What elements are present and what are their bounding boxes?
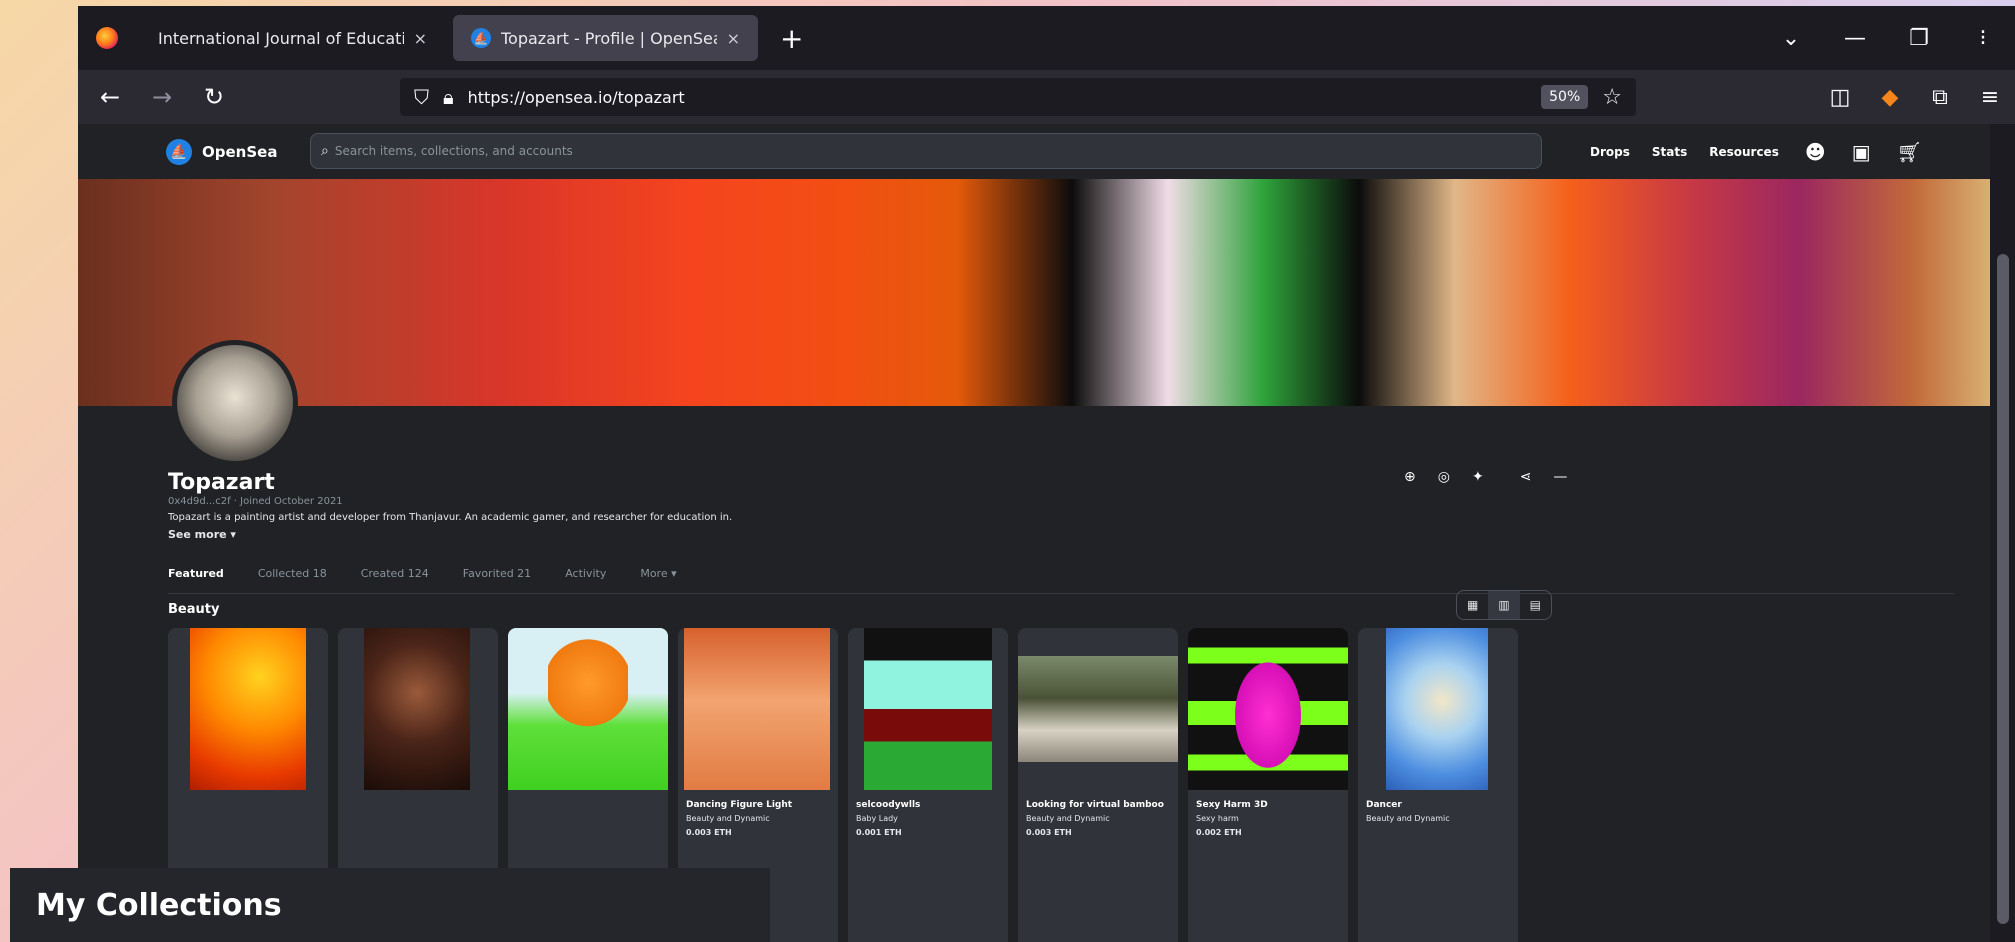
nft-name: selcoodywlls (856, 800, 921, 810)
nav-resources[interactable]: Resources (1709, 145, 1779, 159)
nft-price: 0.003 ETH (686, 828, 732, 837)
grid-large-icon[interactable]: ▦ (1457, 591, 1488, 619)
nft-image[interactable] (338, 628, 498, 790)
nft-collection: Beauty and Dynamic (1366, 814, 1450, 823)
avatar (172, 340, 298, 466)
tab-featured[interactable]: Featured (168, 567, 224, 580)
opensea-header: ⛵ OpenSea ⌕ Search items, collections, a… (78, 124, 1990, 179)
list-tabs-icon[interactable]: ⌄ (1759, 26, 1823, 51)
instagram-icon[interactable]: ◎ (1438, 469, 1450, 485)
tab-title: Topazart - Profile | OpenSea (501, 28, 717, 48)
toolbar-icons: ◫ ◆ ⧉ ≡ (1815, 70, 2015, 124)
nav-bar: ← → ↻ ⛉ 🔒︎ https://opensea.io/topazart 5… (78, 70, 2015, 124)
nft-collection: Beauty and Dynamic (1026, 814, 1110, 823)
restore-button[interactable]: ❐ (1887, 26, 1951, 51)
url-bar[interactable]: ⛉ 🔒︎ https://opensea.io/topazart 50% ☆ (400, 78, 1636, 116)
nft-price: 0.003 ETH (1026, 828, 1072, 837)
lock-icon[interactable]: 🔒︎ (443, 85, 454, 109)
cart-icon[interactable]: 🛒︎ (1897, 140, 1922, 164)
minimize-button[interactable]: — (1823, 26, 1887, 51)
grid-medium-icon[interactable]: ▥ (1488, 591, 1520, 619)
browser-window: International Journal of Educational × ⛵… (78, 6, 2015, 942)
see-more-link[interactable]: See more ▾ (168, 528, 236, 541)
page-scrollbar[interactable] (1990, 124, 2015, 942)
nft-card[interactable]: selcoodywlls Baby Lady 0.001 ETH (848, 628, 1008, 942)
website-icon[interactable]: ⊕ (1404, 469, 1416, 485)
nft-price: 0.002 ETH (1196, 828, 1242, 837)
forward-icon[interactable]: → (136, 83, 188, 111)
close-window-button[interactable]: ⁝ (1951, 26, 2015, 51)
pocket-icon[interactable]: ◫ (1815, 85, 1865, 110)
grid-list-icon[interactable]: ▤ (1520, 591, 1551, 619)
bookmark-star-icon[interactable]: ☆ (1602, 85, 1622, 110)
nft-image[interactable] (508, 628, 668, 790)
nft-collection: Sexy harm (1196, 814, 1239, 823)
close-icon[interactable]: × (414, 29, 427, 48)
account-avatar-icon[interactable]: ☻ (1805, 140, 1826, 164)
opensea-page: ⛵ OpenSea ⌕ Search items, collections, a… (78, 124, 1990, 942)
url-text[interactable]: https://opensea.io/topazart (468, 88, 1542, 107)
profile-tabs: Featured Collected 18 Created 124 Favori… (168, 554, 1954, 594)
window-controls: ⌄ — ❐ ⁝ (1759, 6, 2015, 70)
profile-name: Topazart (168, 470, 275, 495)
nft-image[interactable] (1018, 628, 1178, 790)
tab-opensea[interactable]: ⛵ Topazart - Profile | OpenSea × (453, 15, 758, 61)
nft-image[interactable] (1188, 628, 1348, 790)
scroll-thumb[interactable] (1997, 254, 2009, 924)
header-nav: Drops Stats Resources ☻ ▣ 🛒︎ (1590, 124, 1922, 179)
nft-collection: Baby Lady (856, 814, 898, 823)
tab-journal[interactable]: International Journal of Educational × (140, 15, 445, 61)
tab-favorited[interactable]: Favorited 21 (463, 567, 531, 580)
tab-strip: International Journal of Educational × ⛵… (78, 6, 2015, 70)
nft-card[interactable]: Looking for virtual bamboo Beauty and Dy… (1018, 628, 1178, 942)
nft-image[interactable] (168, 628, 328, 790)
nft-image[interactable] (848, 628, 1008, 790)
section-title: Beauty (168, 602, 220, 617)
tab-created[interactable]: Created 124 (361, 567, 429, 580)
share-icon[interactable]: ⋖ (1520, 469, 1532, 485)
nft-name: Dancing Figure Light (686, 800, 793, 810)
search-input[interactable]: ⌕ Search items, collections, and account… (310, 133, 1542, 169)
search-placeholder: Search items, collections, and accounts (334, 144, 573, 158)
opensea-favicon-icon: ⛵ (471, 28, 491, 48)
tab-activity[interactable]: Activity (565, 567, 606, 580)
opensea-logo-icon[interactable]: ⛵ (166, 138, 192, 165)
back-icon[interactable]: ← (84, 83, 136, 111)
nav-drops[interactable]: Drops (1590, 145, 1630, 159)
tab-title: International Journal of Educational (158, 28, 404, 48)
nft-image[interactable] (1358, 628, 1518, 790)
reload-icon[interactable]: ↻ (188, 83, 240, 111)
nft-name: Dancer (1366, 800, 1402, 810)
wallet-icon[interactable]: ▣ (1852, 140, 1871, 164)
view-toggle: ▦ ▥ ▤ (1456, 590, 1552, 620)
nav-stats[interactable]: Stats (1652, 145, 1687, 159)
zoom-badge[interactable]: 50% (1541, 85, 1589, 109)
nft-card[interactable]: Dancer Beauty and Dynamic (1358, 628, 1518, 942)
my-collections-overlay: My Collections (10, 868, 770, 942)
tab-more[interactable]: More ▾ (640, 567, 676, 580)
metamask-icon[interactable]: ◆ (1865, 85, 1915, 110)
tab-collected[interactable]: Collected 18 (258, 567, 327, 580)
nft-image[interactable] (678, 628, 838, 790)
nft-price: 0.001 ETH (856, 828, 902, 837)
search-icon: ⌕ (321, 143, 329, 159)
menu-icon[interactable]: ≡ (1965, 85, 2015, 110)
close-icon[interactable]: × (727, 29, 740, 48)
new-tab-button[interactable]: + (780, 22, 803, 55)
social-links: ⊕ ◎ ✦ ⋖ — (1404, 469, 1567, 485)
nft-name: Sexy Harm 3D (1196, 800, 1268, 810)
extensions-icon[interactable]: ⧉ (1915, 85, 1965, 110)
firefox-icon[interactable] (96, 27, 118, 49)
profile-meta: 0x4d9d...c2f · Joined October 2021 (168, 496, 343, 507)
twitter-icon[interactable]: ✦ (1472, 469, 1484, 485)
brand-name[interactable]: OpenSea (202, 143, 277, 161)
nft-name: Looking for virtual bamboo (1026, 800, 1164, 810)
profile-bio: Topazart is a painting artist and develo… (168, 512, 733, 523)
more-icon[interactable]: — (1553, 469, 1567, 485)
nft-card[interactable]: Sexy Harm 3D Sexy harm 0.002 ETH (1188, 628, 1348, 942)
profile-banner (78, 179, 1990, 406)
nft-collection: Beauty and Dynamic (686, 814, 770, 823)
shield-icon[interactable]: ⛉ (414, 85, 429, 109)
